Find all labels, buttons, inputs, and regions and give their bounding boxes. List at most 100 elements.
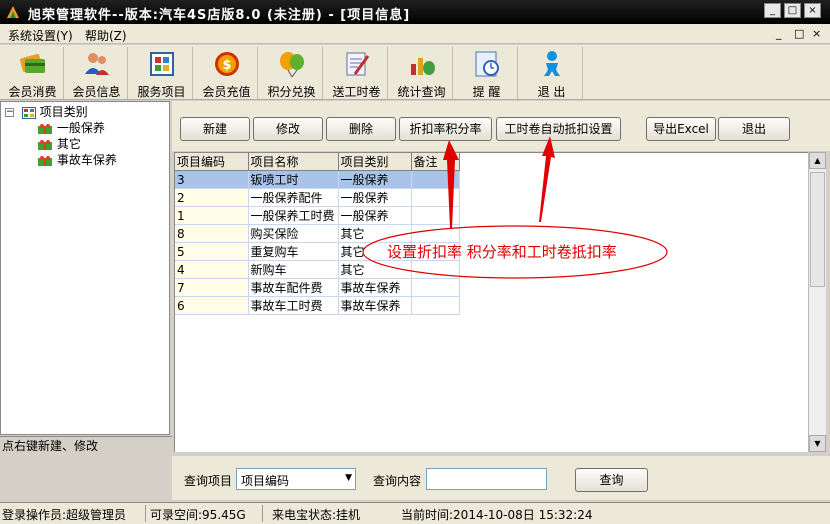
tool-points-exchange[interactable]: 积分兑换 — [261, 47, 323, 99]
cell-name[interactable]: 重复购车 — [248, 242, 339, 261]
table-row[interactable]: 7 事故车配件费 事故车保养 — [175, 278, 460, 297]
cell-name[interactable]: 事故车配件费 — [248, 278, 339, 297]
coin-icon: $ — [215, 52, 239, 76]
cell-name[interactable]: 一般保养配件 — [248, 188, 339, 207]
mdi-minimize-button[interactable]: _ — [776, 27, 782, 40]
status-bar: 登录操作员:超级管理员 可录空间:95.45G 来电宝状态:挂机 当前时间:20… — [0, 502, 830, 524]
table-row[interactable]: 2 一般保养配件 一般保养 — [175, 188, 460, 207]
cell-name[interactable]: 事故车工时费 — [248, 296, 339, 315]
tool-service-items[interactable]: 服务项目 — [131, 47, 193, 99]
exit-button[interactable]: 退出 — [718, 117, 790, 141]
tool-exit[interactable]: 退 出 — [521, 47, 583, 99]
cell-name[interactable]: 新购车 — [248, 260, 339, 279]
cell-code[interactable]: 8 — [175, 224, 249, 243]
status-operator: 登录操作员:超级管理员 — [2, 508, 127, 522]
column-header-name[interactable]: 项目名称 — [248, 153, 339, 171]
cell-code[interactable]: 3 — [175, 170, 249, 189]
cell-code[interactable]: 6 — [175, 296, 249, 315]
card-icon — [19, 54, 45, 73]
tree-root[interactable]: − 项目类别 — [5, 103, 88, 119]
tool-member-consume[interactable]: 会员消费 — [2, 47, 64, 99]
cell-category[interactable]: 事故车保养 — [338, 296, 412, 315]
cell-remark[interactable] — [411, 170, 460, 189]
status-disk-space: 可录空间:95.45G — [150, 508, 246, 522]
search-field-select[interactable]: 项目编码 ▼ — [236, 468, 356, 490]
annotation-text: 设置折扣率 积分率和工时卷抵扣率 — [387, 243, 617, 261]
search-field-label: 查询项目 — [184, 474, 233, 488]
status-caller-box: 来电宝状态:挂机 — [272, 508, 361, 522]
tool-send-coupon[interactable]: 送工时卷 — [326, 47, 388, 99]
maximize-button[interactable]: □ — [784, 3, 801, 18]
new-button[interactable]: 新建 — [180, 117, 250, 141]
menu-help[interactable]: 帮助(Z) — [85, 27, 127, 44]
gift-box-icon — [38, 155, 52, 166]
cell-code[interactable]: 7 — [175, 278, 249, 297]
cell-remark[interactable] — [411, 224, 460, 243]
tool-statistics-query[interactable]: 统计查询 — [391, 47, 453, 99]
cell-name[interactable]: 一般保养工时费 — [248, 206, 339, 225]
tool-member-info[interactable]: 会员信息 — [66, 47, 128, 99]
delete-button[interactable]: 删除 — [326, 117, 396, 141]
cell-name[interactable]: 钣喷工时 — [248, 170, 339, 189]
pen-note-icon — [346, 52, 370, 76]
window-title: 旭荣管理软件--版本:汽车4S店版8.0 (未注册) - [项目信息] — [28, 8, 411, 23]
column-header-remark[interactable]: 备注 — [411, 153, 460, 171]
cell-remark[interactable] — [411, 278, 460, 297]
cell-remark[interactable] — [411, 260, 460, 279]
cell-remark[interactable] — [411, 206, 460, 225]
menu-system-settings[interactable]: 系统设置(Y) — [8, 27, 73, 44]
cell-category[interactable]: 事故车保养 — [338, 278, 412, 297]
discount-points-button[interactable]: 折扣率积分率 — [399, 117, 492, 141]
mdi-restore-button[interactable]: □ — [794, 27, 804, 40]
table-row[interactable]: 6 事故车工时费 事故车保养 — [175, 296, 460, 315]
clock-icon — [475, 51, 499, 77]
users-icon — [85, 53, 109, 75]
search-button[interactable]: 查询 — [575, 468, 648, 492]
column-header-code[interactable]: 项目编码 — [175, 153, 249, 171]
balloon-icon — [280, 52, 304, 78]
tree-item-accident-repair[interactable]: 事故车保养 — [37, 151, 117, 167]
tool-label: 服务项目 — [137, 85, 186, 99]
cell-category[interactable]: 一般保养 — [338, 206, 412, 225]
tree-item-general-maintenance[interactable]: 一般保养 — [37, 119, 105, 135]
export-excel-button[interactable]: 导出Excel — [646, 117, 716, 141]
tool-label: 送工时卷 — [332, 85, 381, 99]
table-row[interactable]: 4 新购车 其它 — [175, 260, 460, 279]
close-button[interactable]: × — [804, 3, 821, 18]
collapse-toggle-icon[interactable]: − — [5, 108, 14, 117]
minimize-button[interactable]: _ — [764, 3, 781, 18]
table-row[interactable]: 3 钣喷工时 一般保养 — [175, 170, 460, 189]
auto-deduct-settings-button[interactable]: 工时卷自动抵扣设置 — [496, 117, 621, 141]
grid-vertical-scrollbar[interactable]: ▲ ▼ — [808, 152, 826, 452]
items-grid: 项目编码 项目名称 项目类别 备注 3 钣喷工时 一般保养 2 一般保养配件 一般保养 1 一… — [174, 152, 808, 452]
cell-remark[interactable] — [411, 296, 460, 315]
scroll-thumb[interactable] — [810, 172, 825, 462]
action-bar: 新建 修改 删除 折扣率积分率 工时卷自动抵扣设置 导出Excel 退出 — [172, 101, 830, 151]
tree-item-other[interactable]: 其它 — [37, 135, 81, 151]
search-content-input[interactable] — [426, 468, 547, 490]
scroll-down-arrow-icon[interactable]: ▼ — [809, 435, 826, 452]
cell-category[interactable]: 一般保养 — [338, 170, 412, 189]
cell-code[interactable]: 2 — [175, 188, 249, 207]
scroll-up-arrow-icon[interactable]: ▲ — [809, 152, 826, 169]
cell-category[interactable]: 其它 — [338, 260, 412, 279]
tool-member-recharge[interactable]: $ 会员充值 — [196, 47, 258, 99]
table-row[interactable]: 1 一般保养工时费 一般保养 — [175, 206, 460, 225]
mdi-close-button[interactable]: × — [812, 27, 821, 40]
table-row[interactable]: 8 购买保险 其它 — [175, 224, 460, 243]
cell-category[interactable]: 其它 — [338, 224, 412, 243]
dropdown-arrow-icon[interactable]: ▼ — [345, 473, 352, 483]
cell-remark[interactable] — [411, 188, 460, 207]
cell-category[interactable]: 一般保养 — [338, 188, 412, 207]
tree-item-label: 事故车保养 — [56, 153, 117, 167]
cell-code[interactable]: 4 — [175, 260, 249, 279]
column-header-category[interactable]: 项目类别 — [338, 153, 412, 171]
cell-code[interactable]: 1 — [175, 206, 249, 225]
app-logo-icon — [7, 6, 19, 18]
edit-button[interactable]: 修改 — [253, 117, 323, 141]
category-tree: − 项目类别 一般保养 其它 事故车保养 — [0, 101, 170, 435]
cell-code[interactable]: 5 — [175, 242, 249, 261]
tool-reminder[interactable]: 提 醒 — [456, 47, 518, 99]
svg-text:$: $ — [222, 58, 231, 73]
cell-name[interactable]: 购买保险 — [248, 224, 339, 243]
